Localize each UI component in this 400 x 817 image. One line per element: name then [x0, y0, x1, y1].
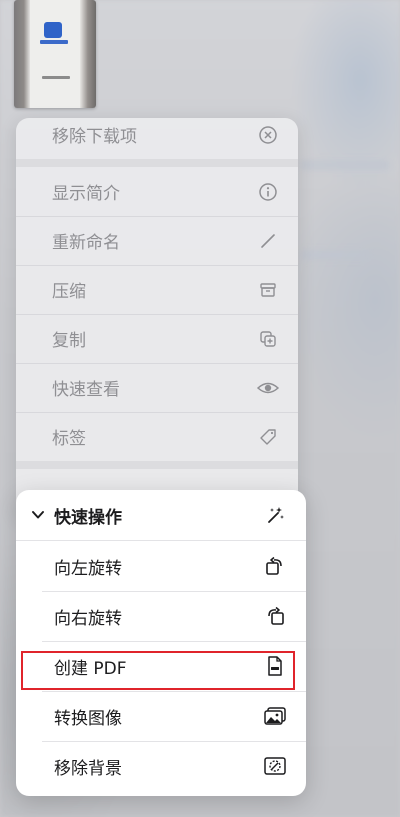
- close-circle-icon: [256, 123, 280, 147]
- thumbnail-bag-image: [30, 0, 80, 108]
- menu-item-remove-download[interactable]: 移除下载项: [16, 118, 298, 159]
- background-stripe: [300, 160, 390, 170]
- menu-item-quick-look[interactable]: 快速查看: [16, 363, 298, 412]
- thumbnail-caption: [42, 76, 70, 79]
- menu-item-label: 标签: [52, 429, 86, 449]
- menu-item-tags[interactable]: 标签: [16, 412, 298, 461]
- quick-actions-submenu: 快速操作 向左旋转 向右旋转 创建 PDF 转换图像 移除背景: [16, 490, 306, 796]
- pencil-icon: [256, 229, 280, 253]
- eye-icon: [256, 376, 280, 400]
- duplicate-icon: [256, 327, 280, 351]
- menu-item-convert-image[interactable]: 转换图像: [16, 691, 306, 741]
- info-icon: [256, 180, 280, 204]
- thumbnail-logo: [44, 22, 62, 38]
- menu-item-remove-background[interactable]: 移除背景: [16, 741, 306, 791]
- tag-icon: [256, 425, 280, 449]
- menu-item-label: 复制: [52, 331, 86, 351]
- menu-item-label: 向右旋转: [54, 608, 122, 629]
- pdf-document-icon: [263, 654, 287, 678]
- menu-group-separator: [16, 461, 298, 469]
- menu-item-label: 显示简介: [52, 184, 120, 204]
- menu-item-label: 转换图像: [54, 708, 122, 729]
- rotate-right-icon: [263, 604, 287, 628]
- menu-item-label: 创建 PDF: [54, 658, 127, 679]
- context-menu: 移除下载项 显示简介 重新命名 压缩 复制 快速查看 标签: [16, 118, 298, 518]
- menu-item-create-pdf[interactable]: 创建 PDF: [16, 641, 306, 691]
- chevron-down-icon: [30, 507, 46, 523]
- menu-item-label: 快速查看: [52, 380, 120, 400]
- archive-box-icon: [256, 278, 280, 302]
- menu-item-label: 移除背景: [54, 758, 122, 779]
- menu-item-label: 移除下载项: [52, 127, 137, 147]
- remove-background-icon: [263, 754, 287, 778]
- menu-item-label: 压缩: [52, 282, 86, 302]
- file-thumbnail[interactable]: [14, 0, 96, 108]
- photo-icon: [263, 704, 287, 728]
- menu-item-get-info[interactable]: 显示简介: [16, 167, 298, 216]
- menu-item-compress[interactable]: 压缩: [16, 265, 298, 314]
- background-stripe: [300, 250, 370, 260]
- menu-item-rotate-left[interactable]: 向左旋转: [16, 541, 306, 591]
- menu-item-rename[interactable]: 重新命名: [16, 216, 298, 265]
- menu-item-rotate-right[interactable]: 向右旋转: [16, 591, 306, 641]
- menu-item-label: 重新命名: [52, 233, 120, 253]
- quick-actions-header[interactable]: 快速操作: [16, 490, 306, 540]
- menu-item-duplicate[interactable]: 复制: [16, 314, 298, 363]
- magic-wand-icon: [263, 503, 287, 527]
- thumbnail-logo-text: [40, 40, 68, 44]
- rotate-left-icon: [263, 554, 287, 578]
- menu-group-separator: [16, 159, 298, 167]
- menu-item-label: 向左旋转: [54, 558, 122, 579]
